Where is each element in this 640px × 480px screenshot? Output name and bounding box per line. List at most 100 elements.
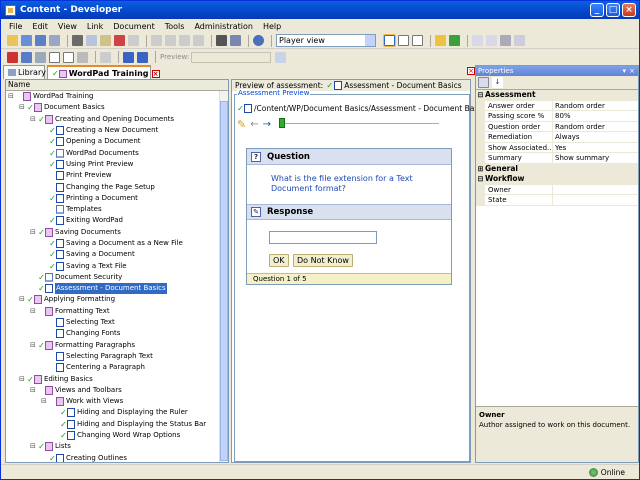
check-in-icon[interactable]	[472, 35, 483, 46]
property-value[interactable]	[553, 195, 638, 205]
tree-row[interactable]: ✓ Assessment - Document Basics	[6, 283, 220, 295]
property-value[interactable]	[553, 185, 638, 195]
property-category[interactable]: ⊞ General	[476, 163, 638, 174]
tree-row[interactable]: ⊟ ✓ Lists	[6, 441, 220, 452]
collapse-toggle-icon[interactable]: ⊟	[19, 294, 27, 305]
forward-arrow-icon[interactable]: →	[263, 119, 271, 130]
tree-row[interactable]: ⊟ ✓ Applying Formatting	[6, 294, 220, 305]
paste-icon[interactable]	[100, 35, 111, 46]
view-select[interactable]: Player view	[276, 34, 376, 47]
menu-file[interactable]: File	[9, 22, 22, 31]
record-icon[interactable]	[100, 51, 111, 63]
undo-icon[interactable]	[151, 35, 162, 46]
tree-row[interactable]: ⊟ WordPad Training	[6, 91, 220, 102]
collapse-toggle-icon[interactable]: ⊟	[8, 91, 16, 102]
refresh-icon[interactable]	[449, 35, 460, 46]
user-icon[interactable]	[500, 35, 511, 46]
tab-library[interactable]: Library	[3, 65, 46, 79]
property-row[interactable]: Passing score % 80%	[476, 111, 638, 122]
tree-row[interactable]: ⊟ Work with Views	[6, 396, 220, 407]
outline-scrollbar[interactable]	[219, 91, 228, 462]
expand-icon[interactable]: ⊞	[476, 164, 485, 174]
property-category[interactable]: ⊟ Workflow	[476, 174, 638, 185]
property-row[interactable]: Remediation Always	[476, 132, 638, 143]
tree-row[interactable]: Print Preview	[6, 170, 220, 181]
menu-help[interactable]: Help	[263, 22, 281, 31]
tree-row[interactable]: Changing the Page Setup	[6, 181, 220, 192]
collapse-toggle-icon[interactable]: ⊟	[19, 374, 27, 385]
close-button[interactable]: ×	[622, 3, 636, 17]
collapse-icon[interactable]: ⊟	[476, 174, 485, 184]
close-pane-icon[interactable]: ×	[467, 67, 475, 75]
layout-one-icon[interactable]	[383, 34, 396, 47]
collapse-toggle-icon[interactable]: ⊟	[30, 385, 38, 396]
property-row[interactable]: Show Associated... Yes	[476, 142, 638, 153]
tree-row[interactable]: ⊟ ✓ Creating and Opening Documents	[6, 114, 220, 125]
tree-row[interactable]: Templates	[6, 204, 220, 215]
property-value[interactable]: Show summary	[553, 153, 638, 163]
property-value[interactable]: Always	[553, 132, 638, 142]
outdent-icon[interactable]	[193, 35, 204, 46]
tree-row[interactable]: ✓ Hiding and Displaying the Ruler	[6, 407, 220, 418]
property-row[interactable]: State	[476, 195, 638, 206]
tree-row[interactable]: ✓ WordPad Documents	[6, 147, 220, 158]
tree-row[interactable]: ✓ Saving a Document as a New File	[6, 238, 220, 249]
tree-row[interactable]: ✓ Creating a New Document	[6, 125, 220, 136]
open-icon[interactable]	[7, 35, 18, 46]
minimize-button[interactable]: _	[590, 3, 604, 17]
collapse-toggle-icon[interactable]: ⊟	[30, 114, 38, 125]
maximize-button[interactable]: □	[606, 3, 620, 17]
delete-icon[interactable]	[114, 35, 125, 46]
property-row[interactable]: Owner	[476, 184, 638, 195]
tree-row[interactable]: ⊟ Formatting Text	[6, 306, 220, 317]
cut-icon[interactable]	[72, 35, 83, 46]
menu-document[interactable]: Document	[113, 22, 154, 31]
move-down-icon[interactable]	[137, 51, 148, 63]
preview-slider[interactable]	[279, 118, 439, 130]
tree-row[interactable]: Changing Fonts	[6, 328, 220, 339]
property-value[interactable]: Random order	[553, 101, 638, 111]
collapse-toggle-icon[interactable]: ⊟	[41, 396, 49, 407]
property-row[interactable]: Summary Show summary	[476, 153, 638, 164]
help-icon[interactable]	[253, 35, 264, 46]
categorized-icon[interactable]	[478, 77, 489, 88]
tree-row[interactable]: Centering a Paragraph	[6, 362, 220, 373]
tree-row[interactable]: ✓ Opening a Document	[6, 136, 220, 147]
dropdown-icon[interactable]	[77, 51, 88, 63]
collapse-toggle-icon[interactable]: ⊟	[30, 340, 38, 351]
sort-alpha-icon[interactable]: ↓	[492, 77, 503, 88]
back-arrow-icon[interactable]: ←	[250, 119, 258, 130]
tree-row[interactable]: ⊟ ✓ Editing Basics	[6, 373, 220, 384]
menu-administration[interactable]: Administration	[194, 22, 253, 31]
pin-icon[interactable]: ▾	[622, 66, 626, 76]
preview-go-icon[interactable]	[275, 51, 287, 63]
property-category[interactable]: ⊟ Assessment	[476, 90, 638, 101]
property-value[interactable]: Yes	[553, 143, 638, 153]
ok-button[interactable]: OK	[269, 254, 289, 267]
property-value[interactable]: 80%	[553, 111, 638, 121]
close-properties-icon[interactable]: ×	[629, 66, 635, 76]
tree-row[interactable]: ✓ Creating Outlines	[6, 453, 220, 462]
properties-icon[interactable]	[514, 35, 525, 46]
question-icon[interactable]	[63, 51, 74, 63]
tree-row[interactable]: ✓ Saving a Document	[6, 249, 220, 260]
name-column-header[interactable]: Name	[6, 80, 228, 91]
collapse-toggle-icon[interactable]: ⊟	[19, 102, 27, 113]
tree-row[interactable]: ✓ Document Security	[6, 272, 220, 283]
tree-row[interactable]: ✓ Using Print Preview	[6, 159, 220, 170]
spellcheck-icon[interactable]	[230, 35, 241, 46]
copy-icon[interactable]	[86, 35, 97, 46]
do-not-know-button[interactable]: Do Not Know	[293, 254, 353, 267]
tree-row[interactable]: ⊟ ✓ Document Basics	[6, 102, 220, 113]
slider-knob[interactable]	[279, 118, 285, 128]
save-icon[interactable]	[21, 35, 32, 46]
preview-select[interactable]	[191, 51, 272, 63]
property-row[interactable]: Question order Random order	[476, 121, 638, 132]
menu-tools[interactable]: Tools	[165, 22, 185, 31]
page-icon[interactable]	[49, 51, 60, 63]
redo-icon[interactable]	[165, 35, 176, 46]
tree-row[interactable]: ✓ Exiting WordPad	[6, 215, 220, 226]
outline-icon[interactable]	[21, 51, 32, 63]
indent-icon[interactable]	[179, 35, 190, 46]
collapse-icon[interactable]: ⊟	[476, 90, 485, 100]
